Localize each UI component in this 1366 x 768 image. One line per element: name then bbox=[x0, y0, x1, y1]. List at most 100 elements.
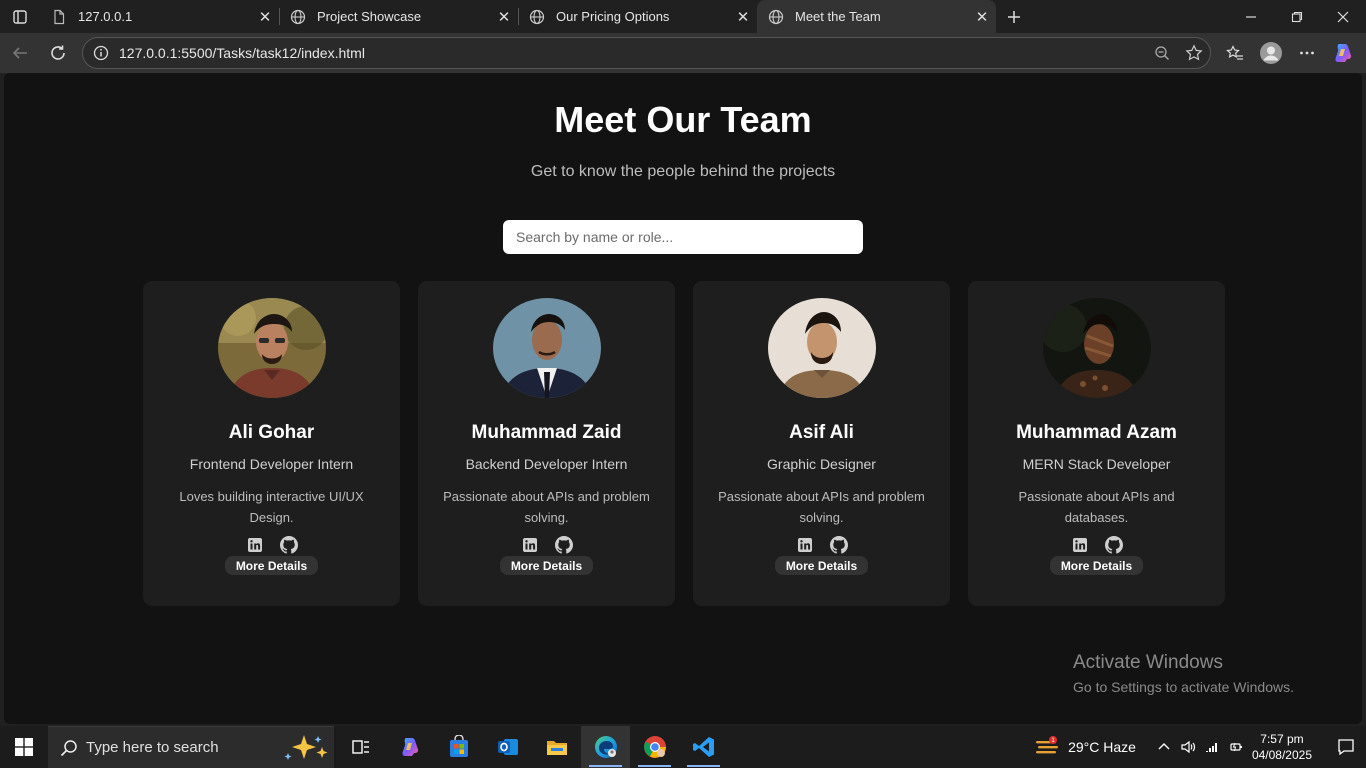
refresh-icon bbox=[51, 45, 65, 60]
tab-project-showcase[interactable]: Project Showcase ✕ bbox=[279, 0, 518, 33]
member-bio: Passionate about APIs and problem solvin… bbox=[718, 489, 925, 525]
task-view-button[interactable] bbox=[336, 726, 385, 768]
favorite-button[interactable] bbox=[1178, 39, 1210, 67]
avatar bbox=[767, 298, 876, 398]
microsoft-store-app[interactable] bbox=[434, 726, 483, 768]
close-icon bbox=[1337, 11, 1349, 22]
team-card-muhammad-azam: Muhammad Azam MERN Stack Developer Passi… bbox=[968, 281, 1225, 606]
network-icon[interactable] bbox=[1204, 739, 1220, 755]
outlook-app[interactable] bbox=[483, 726, 532, 768]
zoom-button[interactable] bbox=[1146, 39, 1178, 67]
team-search-input[interactable] bbox=[503, 220, 863, 254]
globe-icon bbox=[289, 8, 307, 26]
store-icon bbox=[449, 735, 468, 757]
watermark-line-2: Go to Settings to activate Windows. bbox=[1073, 679, 1294, 695]
new-tab-button[interactable] bbox=[996, 0, 1032, 33]
copilot-app[interactable] bbox=[385, 726, 434, 768]
chrome-icon bbox=[643, 736, 666, 758]
linkedin-icon[interactable] bbox=[1071, 536, 1089, 554]
address-bar[interactable]: 127.0.0.1:5500/Tasks/task12/index.html bbox=[82, 37, 1211, 69]
info-icon[interactable] bbox=[93, 45, 109, 61]
tab-title: 127.0.0.1 bbox=[78, 9, 133, 24]
chevron-up-icon[interactable] bbox=[1156, 739, 1172, 755]
edge-app[interactable] bbox=[581, 726, 630, 768]
minimize-icon bbox=[1246, 15, 1256, 18]
notifications-button[interactable] bbox=[1326, 726, 1366, 768]
vscode-app[interactable] bbox=[679, 726, 728, 768]
system-tray: 1 29°C Haze 7:57 pm 04/08/2025 bbox=[1034, 726, 1366, 768]
chrome-app[interactable] bbox=[630, 726, 679, 768]
tray-icons bbox=[1156, 739, 1244, 755]
github-icon[interactable] bbox=[1104, 536, 1123, 554]
url-text[interactable]: 127.0.0.1:5500/Tasks/task12/index.html bbox=[119, 45, 1146, 61]
tab-title: Project Showcase bbox=[317, 9, 422, 24]
toolbar-right bbox=[1217, 35, 1361, 71]
weather-widget[interactable]: 1 29°C Haze bbox=[1034, 735, 1136, 759]
zoom-out-icon bbox=[1155, 46, 1169, 60]
file-explorer-app[interactable] bbox=[532, 726, 581, 768]
close-window-button[interactable] bbox=[1320, 0, 1366, 33]
member-role: MERN Stack Developer bbox=[1022, 456, 1171, 472]
avatar bbox=[1042, 298, 1151, 398]
taskbar-apps bbox=[336, 726, 728, 768]
github-icon[interactable] bbox=[554, 536, 573, 554]
tab-title: Meet the Team bbox=[795, 9, 881, 24]
member-bio: Loves building interactive UI/UX Design. bbox=[179, 489, 364, 525]
favorites-button[interactable] bbox=[1217, 35, 1253, 71]
file-icon bbox=[50, 8, 68, 26]
star-icon bbox=[1185, 44, 1203, 61]
linkedin-icon[interactable] bbox=[246, 536, 264, 554]
refresh-button[interactable] bbox=[40, 35, 76, 71]
avatar bbox=[492, 298, 601, 398]
github-icon[interactable] bbox=[829, 536, 848, 554]
github-icon[interactable] bbox=[279, 536, 298, 554]
weather-icon: 1 bbox=[1036, 736, 1059, 754]
team-card-ali-gohar: Ali Gohar Frontend Developer Intern Love… bbox=[143, 281, 400, 606]
close-tab-icon[interactable]: ✕ bbox=[490, 3, 518, 31]
close-tab-icon[interactable]: ✕ bbox=[251, 3, 279, 31]
team-cards: Ali Gohar Frontend Developer Intern Love… bbox=[143, 281, 1225, 606]
tab-meet-the-team[interactable]: Meet the Team ✕ bbox=[757, 0, 996, 33]
more-details-button[interactable]: More Details bbox=[1049, 556, 1144, 575]
team-card-muhammad-zaid: Muhammad Zaid Backend Developer Intern P… bbox=[418, 281, 675, 606]
page-subtitle: Get to know the people behind the projec… bbox=[530, 163, 836, 180]
linkedin-icon[interactable] bbox=[796, 536, 814, 554]
globe-icon bbox=[767, 8, 785, 26]
search-icon bbox=[60, 739, 77, 756]
member-name: Muhammad Azam bbox=[1016, 422, 1177, 443]
member-role: Frontend Developer Intern bbox=[189, 456, 354, 472]
profile-button[interactable] bbox=[1253, 35, 1289, 71]
more-details-button[interactable]: More Details bbox=[499, 556, 594, 575]
close-tab-icon[interactable]: ✕ bbox=[729, 3, 757, 31]
start-button[interactable] bbox=[0, 726, 48, 768]
copilot-button[interactable] bbox=[1325, 35, 1361, 71]
outlook-icon bbox=[497, 739, 518, 755]
tab-actions-button[interactable] bbox=[0, 0, 40, 33]
volume-icon[interactable] bbox=[1180, 739, 1196, 755]
browser-tab-bar: 127.0.0.1 ✕ Project Showcase ✕ Our Prici… bbox=[0, 0, 1366, 33]
copilot-icon bbox=[1335, 44, 1352, 62]
close-tab-icon[interactable]: ✕ bbox=[968, 3, 996, 31]
more-details-button[interactable]: More Details bbox=[774, 556, 869, 575]
back-button[interactable] bbox=[2, 35, 38, 71]
taskbar-search-box[interactable]: Type here to search bbox=[48, 726, 334, 768]
taskbar-search-placeholder: Type here to search bbox=[86, 739, 219, 756]
taskbar-clock[interactable]: 7:57 pm 04/08/2025 bbox=[1252, 731, 1312, 763]
settings-menu-button[interactable] bbox=[1289, 35, 1325, 71]
clock-date: 04/08/2025 bbox=[1251, 748, 1312, 762]
battery-icon[interactable] bbox=[1228, 739, 1244, 755]
weather-text: 29°C Haze bbox=[1068, 739, 1136, 755]
folder-icon bbox=[546, 741, 567, 755]
member-role: Backend Developer Intern bbox=[465, 456, 628, 472]
tab-pricing-options[interactable]: Our Pricing Options ✕ bbox=[518, 0, 757, 33]
tab-localhost[interactable]: 127.0.0.1 ✕ bbox=[40, 0, 279, 33]
avatar bbox=[217, 298, 326, 398]
favorites-icon bbox=[1226, 45, 1243, 60]
minimize-button[interactable] bbox=[1228, 0, 1274, 33]
restore-button[interactable] bbox=[1274, 0, 1320, 33]
tab-title: Our Pricing Options bbox=[556, 9, 670, 24]
windows-taskbar: Type here to search 1 29°C Haze 7:57 pm … bbox=[0, 726, 1366, 768]
more-details-button[interactable]: More Details bbox=[224, 556, 319, 575]
linkedin-icon[interactable] bbox=[521, 536, 539, 554]
window-controls bbox=[1228, 0, 1366, 33]
